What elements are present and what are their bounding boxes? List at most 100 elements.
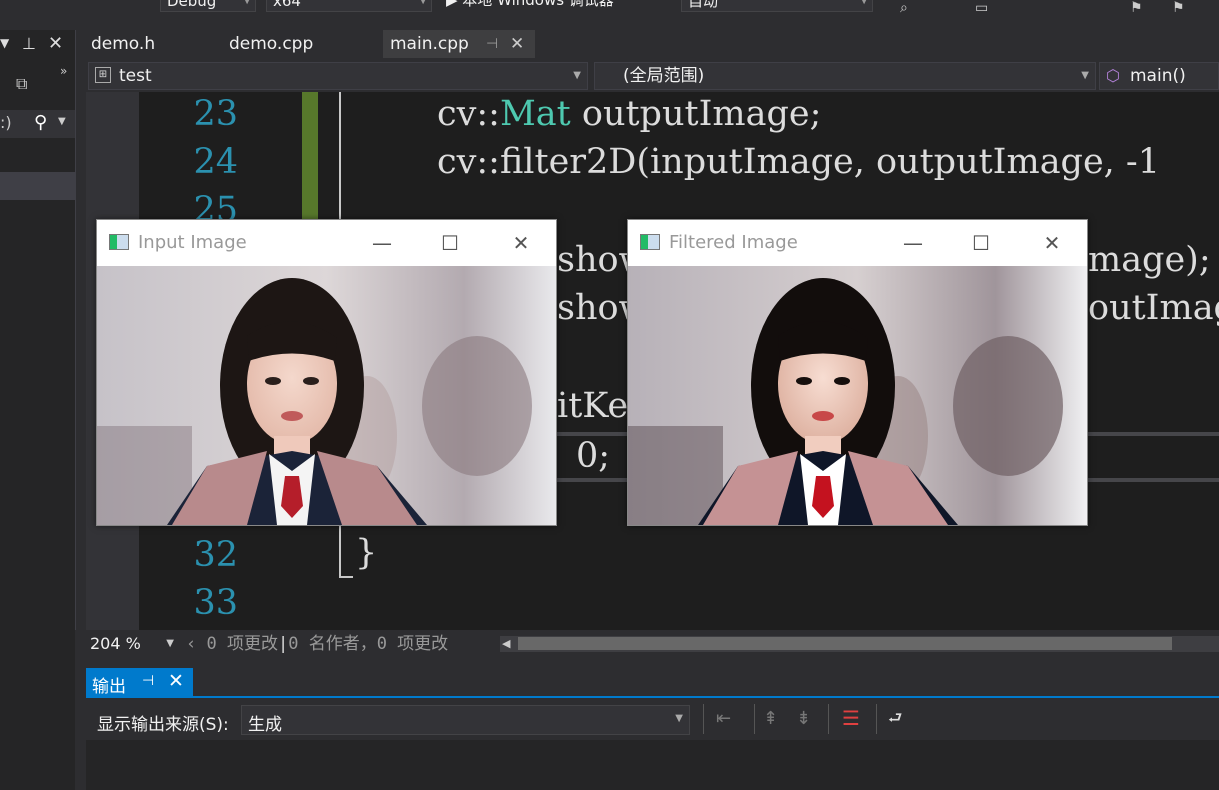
main-toolbar: Debug ▼ x64 ▼ ▶ 本地 Windows 调试器 自动 ▼ ⌕ ▭ … [0,0,1219,30]
chevron-down-icon: ▼ [573,70,581,81]
output-tab-bar [86,668,1219,698]
bookmark-next-icon[interactable]: ⚑ [1172,0,1185,16]
config-value: Debug [167,0,217,10]
code-text: } [355,533,378,573]
member-dropdown[interactable]: ⬡ main() [1099,62,1219,90]
code-text: cv:: [437,94,500,134]
dropdown-icon[interactable]: ▼ [0,36,9,50]
code-line[interactable]: cv::filter2D(inputImage, outputImage, -1 [437,142,1160,182]
pin-icon[interactable]: ⊥ [22,34,36,53]
chevron-down-icon: ▼ [166,638,174,649]
chevron-down-icon: ▼ [243,0,251,6]
code-line[interactable]: } [355,533,377,573]
line-number: 24 [193,142,238,182]
project-dropdown[interactable]: ⊞ test ▼ [88,62,588,90]
start-debug-label: ▶ 本地 Windows 调试器 [446,0,614,9]
change-summary[interactable]: ‹ 0 项更改|0 名作者，0 项更改 [186,632,448,656]
list-item[interactable] [0,172,75,200]
code-text: outputImage; [570,94,822,134]
code-fragment: mage); [1088,240,1211,280]
pin-icon[interactable]: ⊣ [486,30,498,58]
chevron-down-icon: ▼ [860,0,868,6]
input-image-canvas [97,266,556,525]
line-number: 32 [193,535,238,575]
run-mode-value: 自动 [688,0,719,10]
word-wrap-icon[interactable]: ⮐ [888,707,902,734]
bookmark-icon[interactable]: ⚑ [1130,0,1143,16]
platform-dropdown[interactable]: x64 ▼ [266,0,432,12]
close-icon[interactable]: ✕ [48,33,63,54]
zoom-value: 204 % [90,634,141,653]
scope-dropdown[interactable]: (全局范围) ▼ [594,62,1096,90]
window-title: Input Image [138,232,247,253]
separator [754,704,755,734]
tab-demo-h[interactable]: demo.h [91,30,155,58]
changes-label: 0 项更改 [206,634,278,654]
scope-guide [339,576,353,578]
previous-message-icon[interactable]: ⇞ [763,708,778,729]
minimize-icon[interactable]: — [359,220,405,266]
output-source-dropdown[interactable]: 生成 ▼ [241,705,690,735]
scope-guide [339,525,341,578]
windows-icon[interactable]: ⧉ [16,74,27,94]
tab-demo-cpp[interactable]: demo.cpp [229,30,313,58]
search-icon[interactable]: ⚲ [34,112,47,133]
toolbar-icon[interactable]: ▭ [975,0,988,16]
separator [703,704,704,734]
authors-label: 0 名作者，0 项更改 [288,634,449,654]
code-fragment: itKe [557,386,629,426]
overflow-icon[interactable]: » [60,64,67,78]
code-fragment: outImage [1088,288,1219,328]
photo-girl-in-uniform [97,266,556,525]
input-image-window[interactable]: Input Image — ☐ ✕ [96,219,557,526]
run-mode-dropdown[interactable]: 自动 ▼ [681,0,873,12]
filtered-image-window[interactable]: Filtered Image — ☐ ✕ [627,219,1088,526]
find-message-icon[interactable]: ⇤ [716,708,731,729]
scroll-left-icon[interactable]: ◀ [502,636,510,652]
separator [876,704,877,734]
code-text: cv::filter2D(inputImage, outputImage, -1 [437,142,1161,182]
code-line[interactable]: cv::Mat outputImage; [437,94,821,134]
pin-icon[interactable]: ⊣ [142,673,154,689]
clear-all-icon[interactable]: ☰ [842,706,860,730]
next-message-icon[interactable]: ⇟ [796,708,811,729]
tab-main-cpp[interactable]: main.cpp ⊣ ✕ [383,30,535,58]
code-type: Mat [499,94,571,134]
tab-label: demo.h [91,34,156,54]
left-tool-panel: ▼ ⊥ ✕ ⧉ » :) ⚲ ▼ [0,30,76,790]
separator [828,704,829,734]
minimize-icon[interactable]: — [890,220,936,266]
member-value: main() [1130,66,1186,86]
scope-value: (全局范围) [623,66,705,86]
config-dropdown[interactable]: Debug ▼ [160,0,256,12]
maximize-icon[interactable]: ☐ [958,220,1004,266]
chevron-down-icon: ▼ [58,116,66,127]
filtered-image-canvas [628,266,1087,525]
close-icon[interactable]: ✕ [168,670,184,692]
tab-output[interactable]: 输出 ⊣ ✕ [86,668,193,698]
zoom-dropdown[interactable]: 204 % ▼ [86,632,178,656]
line-number: 33 [193,583,238,623]
scope-guide [339,92,341,220]
close-icon[interactable]: ✕ [498,220,544,266]
find-icon[interactable]: ⌕ [900,0,908,16]
chevron-down-icon: ▼ [419,0,427,6]
output-source-value: 生成 [248,715,282,735]
close-icon[interactable]: ✕ [1029,220,1075,266]
project-value: test [119,66,152,86]
chevron-down-icon: ▼ [675,713,683,724]
change-tracking-bar [302,92,318,220]
maximize-icon[interactable]: ☐ [427,220,473,266]
window-title: Filtered Image [669,232,798,253]
tab-label: main.cpp [390,34,469,54]
photo-girl-in-uniform-sharpened [628,266,1087,525]
start-debug-button[interactable]: ▶ 本地 Windows 调试器 [440,0,672,12]
platform-value: x64 [273,0,301,10]
window-titlebar[interactable]: Filtered Image — ☐ ✕ [628,220,1087,266]
window-titlebar[interactable]: Input Image — ☐ ✕ [97,220,556,266]
output-tab-label: 输出 [92,677,126,697]
close-icon[interactable]: ✕ [510,30,524,58]
scrollbar-thumb[interactable] [518,637,1172,650]
search-box[interactable]: :) ⚲ ▼ [0,110,75,138]
output-toolbar: 显示输出来源(S): 生成 ▼ ⇤ ⇞ ⇟ ☰ ⮐ [86,700,1219,740]
